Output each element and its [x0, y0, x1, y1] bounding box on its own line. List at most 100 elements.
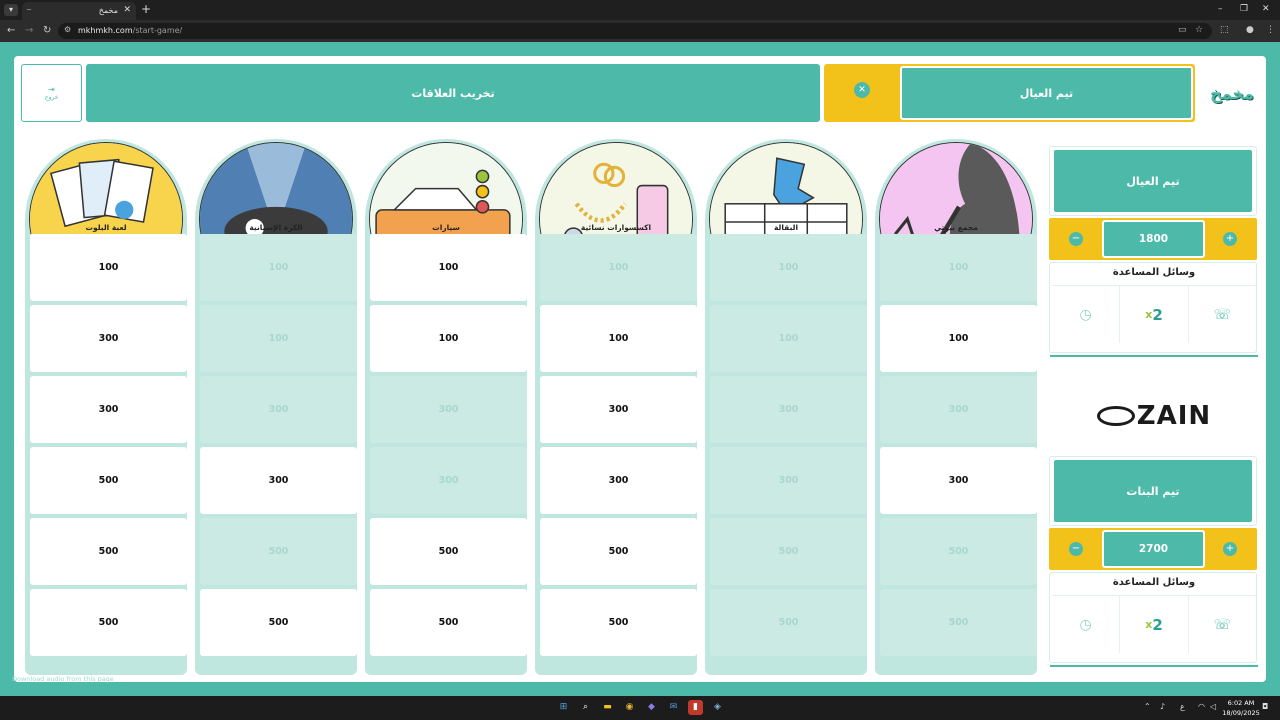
- outlook-icon[interactable]: ✉: [666, 700, 681, 715]
- forward-icon[interactable]: →: [25, 25, 33, 37]
- question-cell[interactable]: 500: [540, 518, 697, 585]
- help-tools-title: وسائل المساعدة: [1112, 577, 1196, 588]
- question-cell: 300: [200, 376, 357, 443]
- close-window-icon[interactable]: ✕: [1262, 4, 1270, 14]
- clock[interactable]: 6:02 AM 18/09/2025: [1222, 698, 1260, 718]
- question-cell: 100: [880, 234, 1037, 301]
- question-cell: 300: [710, 447, 867, 514]
- teams-icon[interactable]: ◆: [644, 700, 659, 715]
- question-cell[interactable]: 100: [370, 305, 527, 372]
- question-cell[interactable]: 300: [880, 447, 1037, 514]
- address-bar[interactable]: ⚙ mkhmkh.com/start-game/ ▭ ☆: [58, 23, 1212, 39]
- question-cell[interactable]: 100: [540, 305, 697, 372]
- exit-icon: ⇥: [48, 85, 55, 94]
- browser-tab-bar: ▾ ~ مخمخ ✕ + – ❐ ✕: [0, 0, 1280, 20]
- question-cell: 300: [370, 447, 527, 514]
- tab-title: مخمخ: [98, 6, 118, 15]
- question-cell[interactable]: 100: [370, 234, 527, 301]
- help-tools-row: ◷ x2 ☏: [1052, 285, 1256, 343]
- tab-close-icon[interactable]: ✕: [123, 5, 131, 15]
- bookmark-star-icon[interactable]: ☆: [1195, 25, 1203, 35]
- team-name: تيم البنات: [1054, 460, 1252, 522]
- tray-chevron-icon[interactable]: ⌃: [1144, 702, 1151, 711]
- category-header: البقالة: [705, 139, 867, 234]
- back-icon[interactable]: ←: [7, 25, 15, 37]
- timer-aid-icon[interactable]: ◷: [1052, 596, 1119, 653]
- question-cell[interactable]: 500: [30, 447, 187, 514]
- menu-icon[interactable]: ⋮: [1266, 25, 1275, 35]
- timer-aid-icon[interactable]: ◷: [1052, 286, 1119, 343]
- clock-date: 18/09/2025: [1222, 709, 1260, 717]
- new-tab-icon[interactable]: +: [141, 3, 151, 15]
- notification-icon[interactable]: ◘: [1262, 702, 1268, 711]
- question-cell[interactable]: 500: [30, 518, 187, 585]
- score-controls: − 2700 +: [1049, 528, 1257, 570]
- call-friend-aid-icon[interactable]: ☏: [1187, 286, 1256, 343]
- chrome-icon[interactable]: ◉: [622, 700, 637, 715]
- site-info-icon[interactable]: ⚙: [64, 25, 71, 34]
- question-cell: 500: [880, 589, 1037, 656]
- question-cell[interactable]: 300: [200, 447, 357, 514]
- install-icon[interactable]: ▭: [1178, 25, 1187, 35]
- question-cell[interactable]: 100: [880, 305, 1037, 372]
- category-column-beauty: مجمع بيوتي 100 100 300 300 500 500: [875, 139, 1037, 675]
- question-cell[interactable]: 300: [30, 376, 187, 443]
- category-header: مجمع بيوتي: [875, 139, 1037, 234]
- double-points-aid-icon[interactable]: x2: [1119, 596, 1187, 653]
- mkhmkh-logo[interactable]: مخمخ: [1206, 76, 1258, 110]
- volume-icon[interactable]: ◁: [1210, 702, 1216, 711]
- question-cell[interactable]: 300: [540, 447, 697, 514]
- question-cell[interactable]: 300: [30, 305, 187, 372]
- question-cell[interactable]: 500: [30, 589, 187, 656]
- question-cell: 100: [540, 234, 697, 301]
- wifi-icon[interactable]: ◠: [1198, 702, 1205, 711]
- double-prefix: x: [1145, 618, 1153, 631]
- maximize-icon[interactable]: ❐: [1240, 4, 1248, 14]
- question-cell[interactable]: 500: [540, 589, 697, 656]
- file-explorer-icon[interactable]: ▬: [600, 700, 615, 715]
- browser-tab[interactable]: ~ مخمخ ✕: [22, 2, 136, 20]
- page-background: ⇥ خروج تخريب العلاقات ✕ تيم العيال مخمخ: [0, 42, 1280, 696]
- turn-indicator: ✕ تيم العيال: [824, 64, 1195, 122]
- minimize-icon[interactable]: –: [1218, 4, 1223, 14]
- download-audio-bar[interactable]: Download audio from this page: [12, 675, 159, 685]
- steam-icon[interactable]: ◈: [710, 700, 725, 715]
- score-controls: − 1800 +: [1049, 218, 1257, 260]
- switch-turn-icon[interactable]: ✕: [854, 82, 870, 98]
- team-name: تيم العيال: [1054, 150, 1252, 212]
- category-label: البقالة: [773, 223, 799, 232]
- increase-score-icon[interactable]: +: [1223, 232, 1237, 246]
- question-cell[interactable]: 500: [370, 518, 527, 585]
- game-card: ⇥ خروج تخريب العلاقات ✕ تيم العيال مخمخ: [14, 56, 1266, 682]
- start-icon[interactable]: ⊞: [556, 700, 571, 715]
- reload-icon[interactable]: ↻: [43, 25, 51, 37]
- extensions-icon[interactable]: ⬚: [1220, 25, 1229, 35]
- decrease-score-icon[interactable]: −: [1069, 542, 1083, 556]
- increase-score-icon[interactable]: +: [1223, 542, 1237, 556]
- microphone-icon[interactable]: ♪: [1160, 702, 1165, 711]
- question-cell: 500: [880, 518, 1037, 585]
- question-cell[interactable]: 300: [540, 376, 697, 443]
- search-icon[interactable]: ⌕: [578, 700, 593, 715]
- double-points-aid-icon[interactable]: x2: [1119, 286, 1187, 343]
- app-red-icon[interactable]: ▮: [688, 700, 703, 715]
- exit-button[interactable]: ⇥ خروج: [21, 64, 82, 122]
- tab-search-icon[interactable]: ▾: [4, 4, 18, 16]
- profile-icon[interactable]: ●: [1246, 25, 1254, 35]
- question-cell: 300: [370, 376, 527, 443]
- question-cell[interactable]: 100: [30, 234, 187, 301]
- double-prefix: x: [1145, 308, 1153, 321]
- clock-time: 6:02 AM: [1227, 699, 1255, 707]
- call-friend-aid-icon[interactable]: ☏: [1187, 596, 1256, 653]
- question-cell: 100: [710, 234, 867, 301]
- question-cell: 100: [710, 305, 867, 372]
- divider: [1050, 352, 1258, 357]
- double-value: 2: [1152, 615, 1163, 634]
- help-tools-row: ◷ x2 ☏: [1052, 595, 1256, 653]
- decrease-score-icon[interactable]: −: [1069, 232, 1083, 246]
- language-indicator[interactable]: ع: [1180, 702, 1185, 711]
- question-cell[interactable]: 500: [200, 589, 357, 656]
- active-ability-banner: تخريب العلاقات: [86, 64, 820, 122]
- question-cell[interactable]: 500: [370, 589, 527, 656]
- browser-toolbar: ← → ↻ ⚙ mkhmkh.com/start-game/ ▭ ☆ ⬚ ● ⋮: [0, 20, 1280, 42]
